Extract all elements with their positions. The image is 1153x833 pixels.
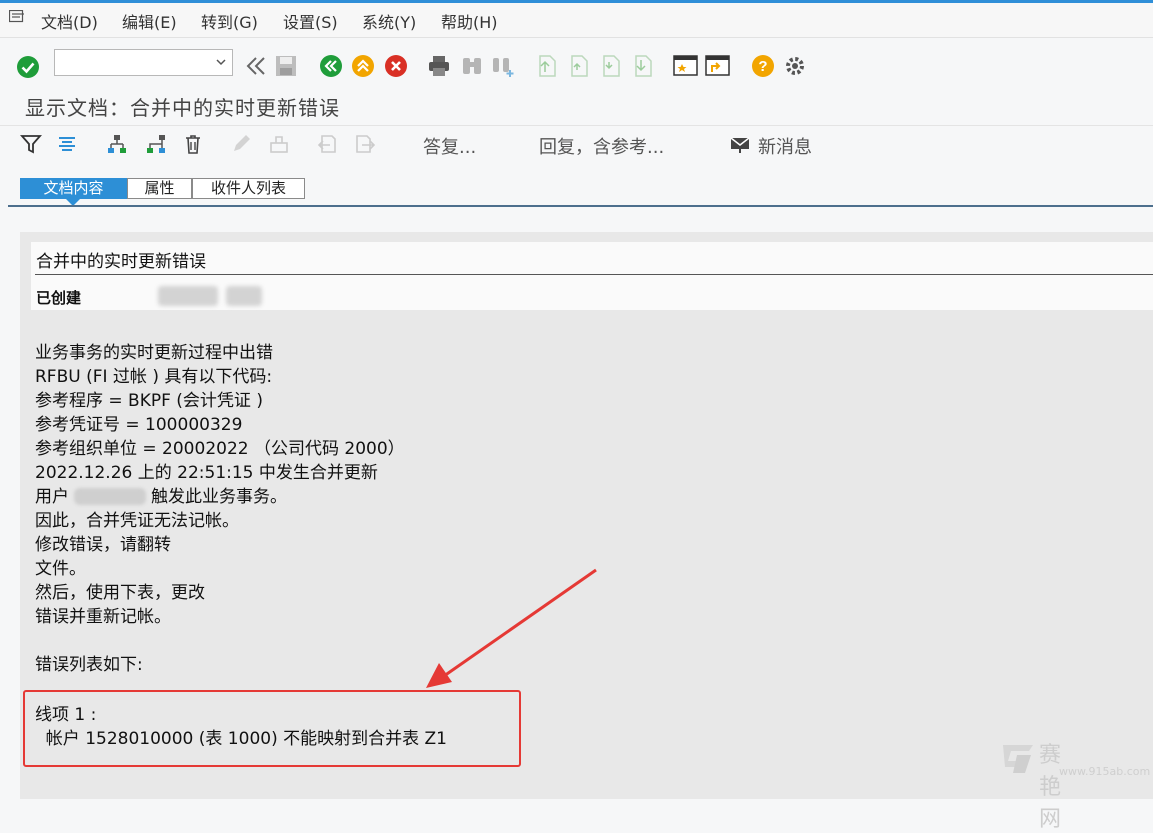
watermark-brand: 赛 艳 网	[1039, 743, 1065, 832]
watermark-url: www.915ab.com	[1059, 765, 1151, 778]
watermark-logo-icon	[1003, 745, 1033, 773]
annotation-arrow	[426, 568, 597, 688]
